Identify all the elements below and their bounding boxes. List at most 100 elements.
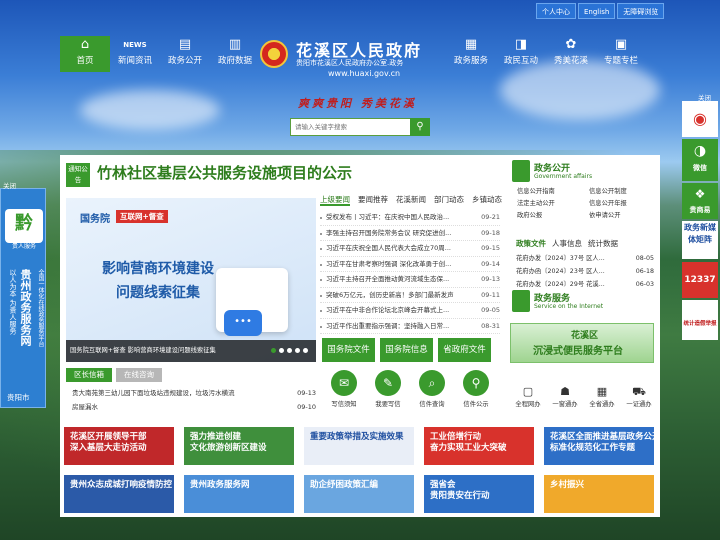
topic-thumbnail[interactable]: 贵州众志成城打响疫情防控 bbox=[64, 475, 174, 513]
news-item[interactable]: 突破6万亿元，创历史新高！多部门最新发声 09-11 bbox=[320, 288, 500, 304]
topic-thumbnail[interactable]: 助企纾困政策汇编 bbox=[304, 475, 414, 513]
nav-news[interactable]: NEWS 新闻资讯 bbox=[110, 36, 160, 72]
building-icon: ▦ bbox=[596, 385, 608, 398]
news-item[interactable]: 习近平在中非合作论坛北京峰会开幕式上... 09-05 bbox=[320, 303, 500, 319]
service-link[interactable]: ▦ 全省通办 bbox=[584, 385, 620, 408]
headline[interactable]: 通知公告 竹林社区基层公共服务设施项目的公示 bbox=[66, 161, 516, 189]
guishangyi-link[interactable]: ❖ 贵商易 bbox=[682, 183, 718, 219]
news-item[interactable]: 受权发布丨习近平：在庆祝中国人民政治... 09-21 bbox=[320, 210, 500, 226]
mailbox-item-date: 09-10 bbox=[297, 403, 316, 411]
gov-open-link[interactable]: 依申请公开 bbox=[589, 211, 657, 221]
file-item-title[interactable]: 花府办函〔2024〕23号 区人... bbox=[516, 265, 616, 278]
service-icon bbox=[512, 290, 530, 312]
news-tab[interactable]: 上级要闻 bbox=[320, 194, 350, 206]
topic-thumbnail[interactable]: 强力推进创建 文化旅游创新区建设 bbox=[184, 427, 294, 465]
news-item-title[interactable]: 习近平在甘肃考察时强调 深化改革勇于创... bbox=[326, 257, 464, 273]
file-item[interactable]: 花府办发〔2024〕37号 区人... 08-05 bbox=[516, 252, 654, 265]
nav-gov-data[interactable]: ▥ 政府数据 bbox=[210, 36, 260, 72]
file-tab[interactable]: 政策文件 bbox=[516, 238, 546, 249]
headline-title[interactable]: 竹林社区基层公共服务设施项目的公示 bbox=[97, 162, 352, 183]
news-item-title[interactable]: 突破6万亿元，创历史新高！多部门最新发声 bbox=[326, 288, 464, 304]
mailbox-item-title[interactable]: 贵大南苑第三幼儿园下面垃圾站违规建设，垃圾污水横流 bbox=[72, 386, 235, 400]
english-link[interactable]: English bbox=[578, 3, 616, 19]
wechat-link[interactable]: ◑ 微信 bbox=[682, 139, 718, 181]
statistics-report-link[interactable]: 统计造假举报 bbox=[682, 300, 718, 340]
news-tab[interactable]: 乡镇动态 bbox=[472, 194, 502, 206]
news-item-title[interactable]: 李强主持召开国务院常务会议 研究促进创... bbox=[326, 226, 464, 242]
service-platform-banner[interactable]: 花溪区 沉浸式便民服务平台 bbox=[510, 323, 654, 363]
topic-thumbnail[interactable]: 工业倍增行动 奋力实现工业大突破 bbox=[424, 427, 534, 465]
nav-interaction[interactable]: ◨ 政民互动 bbox=[496, 36, 546, 72]
news-item[interactable]: 习近平在庆祝全国人民代表大会成立70周... 09-15 bbox=[320, 241, 500, 257]
topic-thumbnail[interactable]: 花溪区全面推进基层政务公开 标准化规范化工作专题 bbox=[544, 427, 654, 465]
gov-open-link[interactable]: 信息公开制度 bbox=[589, 187, 657, 197]
file-tab[interactable]: 统计数据 bbox=[588, 238, 618, 249]
wechat-icon: ◑ bbox=[693, 143, 707, 159]
tab-mayor-mailbox[interactable]: 区长信箱 bbox=[66, 368, 112, 382]
news-tab[interactable]: 要闻推荐 bbox=[358, 194, 388, 206]
gov-open-header[interactable]: 政务公开 Government affairs bbox=[512, 160, 656, 188]
mailbox-item-title[interactable]: 房屋漏水 bbox=[72, 400, 98, 414]
service-header[interactable]: 政务服务 Service on the Internet bbox=[512, 290, 656, 312]
file-tab[interactable]: 人事信息 bbox=[552, 238, 582, 249]
province-docs-button[interactable]: 省政府文件 bbox=[438, 338, 491, 362]
left-float-ad[interactable]: 关闭 黔 贵人服务 以人为本 为贵人服务 贵州政务服务网 全国一体化在线政务服务… bbox=[0, 182, 46, 408]
left-float-side-a: 全国一体化在线政务服务平台 bbox=[37, 269, 44, 347]
news-item[interactable]: 李强主持召开国务院常务会议 研究促进创... 09-18 bbox=[320, 226, 500, 242]
carousel-dot[interactable] bbox=[279, 348, 284, 353]
mailbox-item[interactable]: 房屋漏水 09-10 bbox=[66, 400, 316, 414]
search-input[interactable] bbox=[291, 119, 409, 135]
file-item-title[interactable]: 花府办发〔2024〕37号 区人... bbox=[516, 252, 616, 265]
personal-center-link[interactable]: 个人中心 bbox=[536, 3, 576, 19]
carousel-dot[interactable] bbox=[303, 348, 308, 353]
tab-online-consult[interactable]: 在线咨询 bbox=[116, 368, 162, 382]
carousel-dot[interactable] bbox=[271, 348, 276, 353]
gov-open-link[interactable]: 法定主动公开 bbox=[517, 199, 589, 209]
search-button[interactable]: ⚲ bbox=[410, 118, 430, 136]
nav-home[interactable]: ⌂ 首页 bbox=[60, 36, 110, 72]
mailbox-action[interactable]: ✉ 写信须知 bbox=[326, 370, 362, 408]
news-item-title[interactable]: 习近平在中非合作论坛北京峰会开幕式上... bbox=[326, 303, 464, 319]
carousel-dot[interactable] bbox=[295, 348, 300, 353]
service-link[interactable]: ▢ 全程网办 bbox=[510, 385, 546, 408]
state-council-info-button[interactable]: 国务院信息 bbox=[380, 338, 433, 362]
news-item[interactable]: 习近平主持召开全面推动黄河流域生态保... 09-13 bbox=[320, 272, 500, 288]
topic-thumbnail[interactable]: 贵州政务服务网 bbox=[184, 475, 294, 513]
file-item[interactable]: 花府办函〔2024〕23号 区人... 06-18 bbox=[516, 265, 654, 278]
topic-thumbnail[interactable]: 强省会 贵阳贵安在行动 bbox=[424, 475, 534, 513]
mailbox-item[interactable]: 贵大南苑第三幼儿园下面垃圾站违规建设，垃圾污水横流 09-13 bbox=[66, 386, 316, 400]
news-tab[interactable]: 花溪新闻 bbox=[396, 194, 426, 206]
new-media-link[interactable]: 政务新媒体矩阵 bbox=[682, 221, 718, 259]
carousel-dot[interactable] bbox=[287, 348, 292, 353]
topic-thumbnail[interactable]: 花溪区开展领导干部 深入基层大走访活动 bbox=[64, 427, 174, 465]
gov-open-link[interactable]: 信息公开年报 bbox=[589, 199, 657, 209]
carousel-banner[interactable]: 国务院 互联网+督查 影响营商环境建设 问题线索征集 ••• 国务院互联网+督查… bbox=[66, 198, 316, 362]
news-item-title[interactable]: 受权发布丨习近平：在庆祝中国人民政治... bbox=[326, 210, 464, 226]
nav-special[interactable]: ▣ 专题专栏 bbox=[596, 36, 646, 72]
news-tab[interactable]: 部门动态 bbox=[434, 194, 464, 206]
news-item-title[interactable]: 习近平主持召开全面推动黄河流域生态保... bbox=[326, 272, 464, 288]
state-council-docs-button[interactable]: 国务院文件 bbox=[322, 338, 375, 362]
news-item[interactable]: 习近平在甘肃考察时强调 深化改革勇于创... 09-14 bbox=[320, 257, 500, 273]
report-12337-link[interactable]: 12337 bbox=[682, 262, 718, 298]
gov-open-link[interactable]: 政府公报 bbox=[517, 211, 589, 221]
service-link[interactable]: ☗ 一窗通办 bbox=[547, 385, 583, 408]
mailbox-action[interactable]: ⚲ 信件公示 bbox=[458, 370, 494, 408]
service-link[interactable]: ⛟ 一证通办 bbox=[621, 385, 657, 408]
topic-thumbnail[interactable]: 重要政策举措及实施效果 bbox=[304, 427, 414, 465]
nav-gov-open[interactable]: ▤ 政务公开 bbox=[160, 36, 210, 72]
topic-thumbnail[interactable]: 乡村振兴 bbox=[544, 475, 654, 513]
gov-open-link[interactable]: 信息公开指南 bbox=[517, 187, 589, 197]
news-item[interactable]: 习近平作出重要指示强调：坚持融入日常... 08-31 bbox=[320, 319, 500, 335]
news-item-title[interactable]: 习近平在庆祝全国人民代表大会成立70周... bbox=[326, 241, 464, 257]
left-float-side-b: 以人为本 为贵人服务 bbox=[9, 269, 17, 335]
nav-scenic[interactable]: ✿ 秀美花溪 bbox=[546, 36, 596, 72]
site-logo[interactable]: 花溪区人民政府 贵阳市花溪区人民政府办公室.政务 www.huaxi.gov.c… bbox=[258, 36, 454, 82]
mailbox-action[interactable]: ✎ 我要写信 bbox=[370, 370, 406, 408]
mailbox-action[interactable]: ⌕ 信件查询 bbox=[414, 370, 450, 408]
accessibility-link[interactable]: 无障碍浏览 bbox=[617, 3, 665, 19]
weibo-icon[interactable]: ◉ bbox=[682, 101, 718, 137]
left-float-close[interactable]: 关闭 bbox=[3, 180, 16, 190]
news-item-title[interactable]: 习近平作出重要指示强调：坚持融入日常... bbox=[326, 319, 464, 335]
left-float-sub: 贵人服务 bbox=[11, 243, 36, 250]
